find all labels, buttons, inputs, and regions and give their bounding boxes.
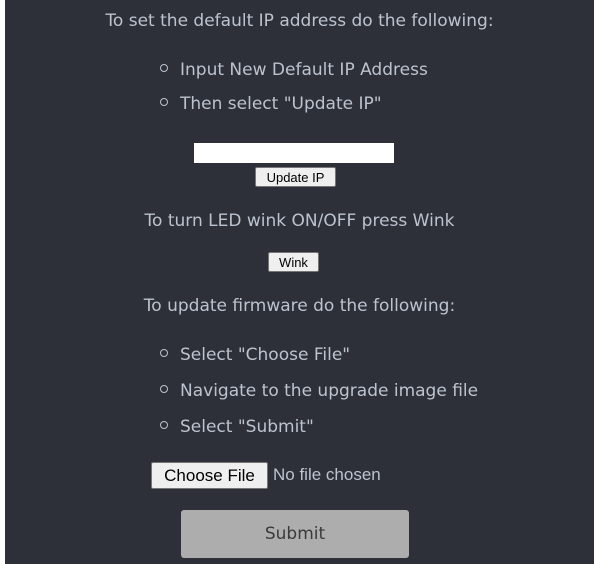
firmware-step-2: Navigate to the upgrade image file — [160, 380, 478, 402]
ip-step-1: Input New Default IP Address — [160, 59, 428, 81]
bullet-circle-icon — [160, 385, 168, 393]
update-ip-button[interactable]: Update IP — [255, 167, 336, 187]
firmware-section-heading: To update firmware do the following: — [143, 296, 456, 316]
bullet-circle-icon — [160, 98, 168, 106]
ip-address-input[interactable] — [194, 143, 394, 163]
firmware-step-1: Select "Choose File" — [160, 344, 350, 366]
settings-panel: To set the default IP address do the fol… — [5, 0, 594, 564]
wink-section-heading: To turn LED wink ON/OFF press Wink — [144, 211, 455, 231]
file-status-text: No file chosen — [273, 465, 381, 484]
ip-section-heading: To set the default IP address do the fol… — [105, 11, 494, 31]
ip-step-2-text: Then select "Update IP" — [180, 94, 382, 114]
bullet-circle-icon — [160, 349, 168, 357]
ip-step-2: Then select "Update IP" — [160, 93, 382, 115]
firmware-step-2-text: Navigate to the upgrade image file — [180, 381, 479, 401]
submit-button[interactable]: Submit — [181, 510, 409, 558]
bullet-circle-icon — [160, 421, 168, 429]
firmware-step-3-text: Select "Submit" — [180, 417, 314, 437]
ip-step-1-text: Input New Default IP Address — [180, 60, 428, 80]
firmware-step-1-text: Select "Choose File" — [180, 345, 351, 365]
firmware-step-3: Select "Submit" — [160, 416, 314, 438]
bullet-circle-icon — [160, 64, 168, 72]
choose-file-button[interactable]: Choose File — [151, 462, 268, 489]
wink-button[interactable]: Wink — [268, 252, 319, 272]
